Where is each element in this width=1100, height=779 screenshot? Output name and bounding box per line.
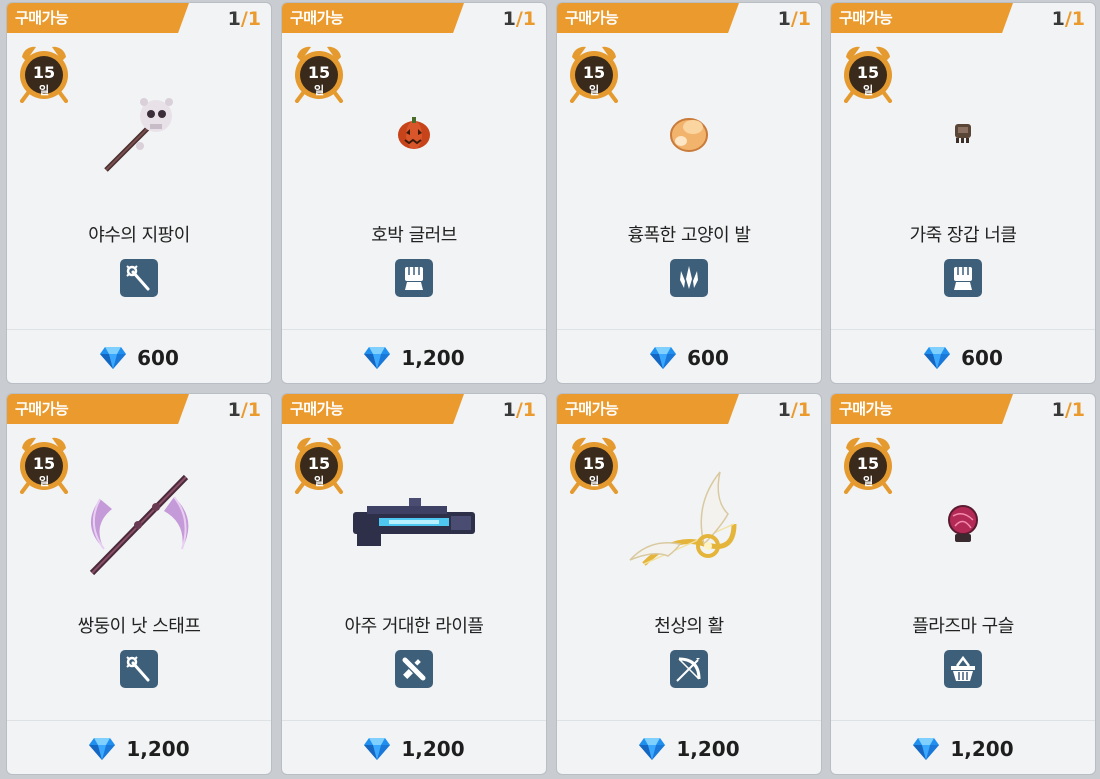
price-value: 600 (687, 346, 729, 370)
diamond-gem-icon (100, 347, 127, 369)
price: 1,200 (282, 732, 546, 766)
shop-item-card[interactable]: 구매가능 1/1 15 일 쌍둥이 낫 스태프 1,200 (6, 393, 272, 775)
divider (831, 329, 1095, 330)
shop-grid: 구매가능 1/1 15 일 야수의 지팡이 600 구매가능 1/1 15 일 … (0, 0, 1100, 779)
purchasable-tag: 구매가능 (7, 394, 189, 424)
purchase-count: 1/1 (1051, 399, 1085, 421)
claw-icon (670, 259, 708, 297)
staff-icon (120, 259, 158, 297)
item-name: 천상의 활 (654, 616, 724, 637)
shop-item-card[interactable]: 구매가능 1/1 15 일 천상의 활 1,200 (556, 393, 822, 775)
purchasable-tag: 구매가능 (282, 394, 464, 424)
purchase-count: 1/1 (502, 399, 536, 421)
item-name: 가죽 장갑 너클 (909, 225, 1017, 246)
shop-item-card[interactable]: 구매가능 1/1 15 일 흉폭한 고양이 발 600 (556, 2, 822, 384)
price: 600 (557, 341, 821, 375)
twin-scythe-icon (7, 454, 271, 594)
purchasable-tag: 구매가능 (7, 3, 189, 33)
shop-item-card[interactable]: 구매가능 1/1 15 일 호박 글러브 1,200 (281, 2, 547, 384)
leather-knuckle-icon (831, 63, 1095, 203)
divider (557, 329, 821, 330)
purchasable-tag: 구매가능 (831, 3, 1013, 33)
item-name: 호박 글러브 (371, 225, 457, 246)
purchasable-tag: 구매가능 (831, 394, 1013, 424)
purchase-count: 1/1 (777, 8, 811, 30)
purchasable-tag: 구매가능 (282, 3, 464, 33)
item-name: 쌍둥이 낫 스태프 (77, 616, 201, 637)
purchase-count: 1/1 (227, 8, 261, 30)
purchase-count: 1/1 (1051, 8, 1085, 30)
gun-icon (395, 650, 433, 688)
price-value: 600 (961, 346, 1003, 370)
price: 600 (7, 341, 271, 375)
price: 1,200 (831, 732, 1095, 766)
cat-paw-icon (557, 63, 821, 203)
purchase-count: 1/1 (777, 399, 811, 421)
shop-item-card[interactable]: 구매가능 1/1 15 일 야수의 지팡이 600 (6, 2, 272, 384)
price: 600 (831, 341, 1095, 375)
price-value: 1,200 (401, 737, 465, 761)
divider (282, 329, 546, 330)
diamond-gem-icon (924, 347, 951, 369)
pumpkin-glove-icon (282, 63, 546, 203)
price-value: 1,200 (401, 346, 465, 370)
item-name: 야수의 지팡이 (88, 225, 190, 246)
skull-staff-icon (7, 63, 271, 203)
bow-icon (670, 650, 708, 688)
shop-item-card[interactable]: 구매가능 1/1 15 일 가죽 장갑 너클 600 (830, 2, 1096, 384)
purchase-count: 1/1 (502, 8, 536, 30)
divider (282, 720, 546, 721)
item-name: 아주 거대한 라이플 (344, 616, 484, 637)
item-name: 플라즈마 구슬 (912, 616, 1014, 637)
diamond-gem-icon (913, 738, 940, 760)
diamond-gem-icon (650, 347, 677, 369)
divider (7, 720, 271, 721)
divider (557, 720, 821, 721)
price-value: 1,200 (676, 737, 740, 761)
price: 1,200 (557, 732, 821, 766)
staff-icon (120, 650, 158, 688)
fist-icon (395, 259, 433, 297)
rifle-icon (282, 454, 546, 594)
price-value: 600 (137, 346, 179, 370)
shop-item-card[interactable]: 구매가능 1/1 15 일 아주 거대한 라이플 1,200 (281, 393, 547, 775)
shop-item-card[interactable]: 구매가능 1/1 15 일 플라즈마 구슬 1,200 (830, 393, 1096, 775)
price-value: 1,200 (126, 737, 190, 761)
purchasable-tag: 구매가능 (557, 3, 739, 33)
diamond-gem-icon (364, 347, 391, 369)
plasma-orb-icon (831, 454, 1095, 594)
divider (831, 720, 1095, 721)
diamond-gem-icon (89, 738, 116, 760)
diamond-gem-icon (364, 738, 391, 760)
price-value: 1,200 (950, 737, 1014, 761)
fist-icon (944, 259, 982, 297)
price: 1,200 (282, 341, 546, 375)
winged-bow-icon (557, 454, 821, 594)
divider (7, 329, 271, 330)
purchasable-tag: 구매가능 (557, 394, 739, 424)
price: 1,200 (7, 732, 271, 766)
basket-icon (944, 650, 982, 688)
item-name: 흉폭한 고양이 발 (627, 225, 751, 246)
purchase-count: 1/1 (227, 399, 261, 421)
diamond-gem-icon (639, 738, 666, 760)
